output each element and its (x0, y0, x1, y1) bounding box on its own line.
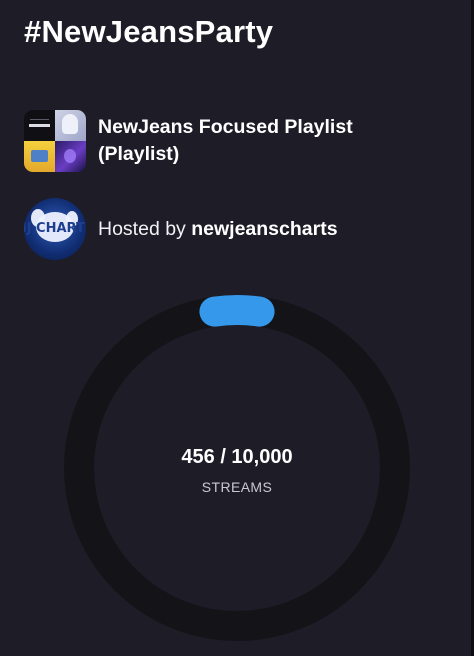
cover-tile (24, 110, 55, 141)
host-prefix: Hosted by (98, 217, 186, 240)
host-name[interactable]: newjeanscharts (191, 218, 337, 240)
avatar-nj-text: NJ CHARTS (24, 221, 86, 236)
playlist-name[interactable]: NewJeans Focused Playlist (Playlist) (98, 114, 398, 168)
progress-ring-svg (64, 295, 410, 641)
stream-unit: STREAMS (201, 479, 273, 495)
stream-count: 456 / 10,000 (181, 446, 293, 468)
progress-ring-fill (199, 295, 275, 327)
host-avatar[interactable]: NJ CHARTS (24, 198, 86, 260)
cover-tile (55, 110, 86, 141)
cover-tile (24, 141, 55, 172)
host-label: Hosted by newjeanscharts (98, 216, 338, 243)
progress-ring (0, 290, 474, 656)
page-title: #NewJeansParty (24, 14, 274, 49)
cover-tile (55, 141, 86, 172)
playlist-row[interactable]: NewJeans Focused Playlist (Playlist) (24, 110, 398, 172)
newjeanscharts-avatar-image: NJ CHARTS (24, 209, 86, 242)
host-row[interactable]: NJ CHARTS Hosted by newjeanscharts (24, 198, 338, 260)
playlist-cover-image[interactable] (24, 110, 86, 172)
